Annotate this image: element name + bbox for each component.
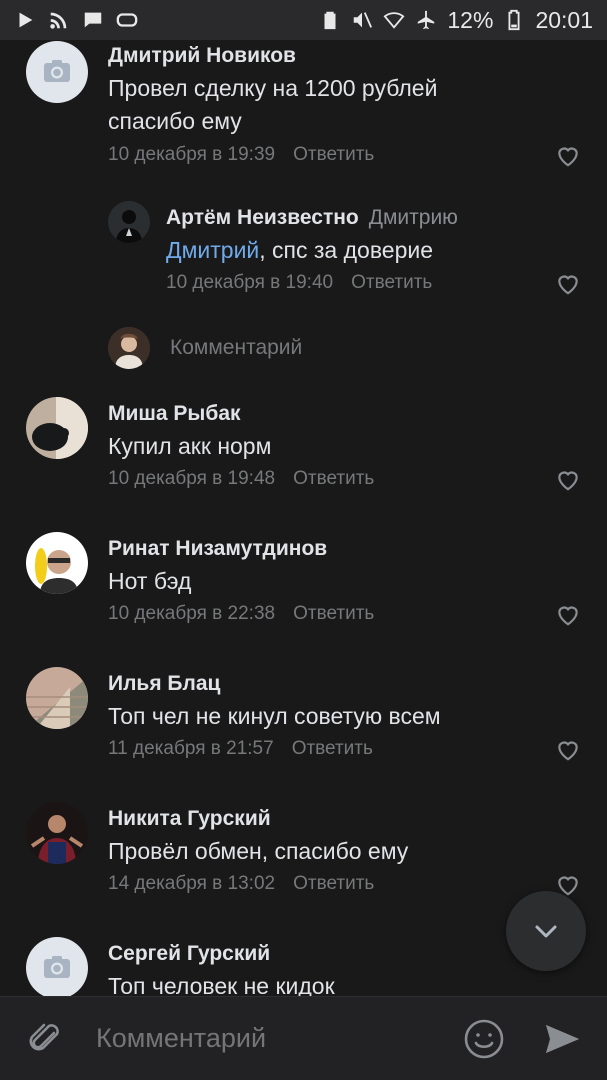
reply-button[interactable]: Ответить — [293, 144, 374, 165]
smile-icon — [464, 1019, 504, 1058]
comment-text: Дмитрий, спс за доверие — [166, 237, 434, 263]
like-icon[interactable] — [555, 143, 581, 169]
comment-author[interactable]: Никита Гурский — [108, 807, 271, 831]
play-icon — [14, 9, 36, 31]
comment-date: 10 декабря в 19:39 — [108, 144, 276, 165]
send-button[interactable] — [543, 1020, 581, 1058]
send-icon — [546, 1024, 579, 1053]
like-icon[interactable] — [555, 271, 581, 297]
comment-meta: 14 декабря в 13:02 Ответить — [108, 873, 374, 895]
comment-date: 14 декабря в 13:02 — [108, 873, 276, 894]
comment-author[interactable]: Сергей Гурский — [108, 942, 270, 966]
comment-author[interactable]: Ринат Низамутдинов — [108, 537, 327, 561]
comment-author[interactable]: Илья Блац — [108, 672, 220, 696]
mute-icon — [351, 9, 373, 31]
comment-text: Провел сделку на 1200 рублей спасибо ему — [108, 75, 438, 134]
scroll-down-button[interactable] — [506, 891, 586, 971]
avatar[interactable] — [26, 667, 88, 729]
comment-text: Топ человек не кидок — [108, 973, 335, 996]
comment-meta: 10 декабря в 19:39 Ответить — [108, 144, 374, 166]
paperclip-icon — [29, 1023, 59, 1050]
comment-date: 10 декабря в 22:38 — [108, 603, 276, 624]
comment-author[interactable]: Дмитрий Новиков — [108, 44, 296, 68]
battery-saver-icon — [319, 9, 341, 31]
clock: 20:01 — [535, 6, 593, 33]
rss-icon — [48, 9, 70, 31]
comment-composer — [0, 996, 607, 1080]
add-reply-input[interactable]: Комментарий — [170, 336, 302, 360]
avatar[interactable] — [26, 41, 88, 103]
comment-text: Топ чел не кинул советую всем — [108, 703, 441, 729]
comment-meta: 10 декабря в 19:48 Ответить — [108, 468, 374, 490]
comment-text: Нот бэд — [108, 568, 192, 594]
like-icon[interactable] — [555, 602, 581, 628]
attach-button[interactable] — [26, 1019, 66, 1059]
reply-button[interactable]: Ответить — [293, 468, 374, 489]
comment-text: Провёл обмен, спасибо ему — [108, 838, 409, 864]
current-user-avatar — [108, 327, 150, 369]
comment-date: 10 декабря в 19:48 — [108, 468, 276, 489]
emoji-button[interactable] — [463, 1018, 505, 1060]
comment-meta: 10 декабря в 19:40 Ответить — [166, 272, 432, 294]
reply-button[interactable]: Ответить — [293, 873, 374, 894]
camera-icon — [44, 60, 70, 82]
avatar[interactable] — [26, 532, 88, 594]
avatar[interactable] — [108, 201, 150, 243]
add-reply-row[interactable]: Комментарий — [108, 326, 302, 370]
comment-date: 11 декабря в 21:57 — [108, 738, 274, 759]
reply-button[interactable]: Ответить — [351, 272, 432, 293]
battery-icon — [503, 9, 525, 31]
comment-author[interactable]: Миша Рыбак — [108, 402, 241, 426]
comment-meta: 10 декабря в 22:38 Ответить — [108, 603, 374, 625]
comment-meta: 11 декабря в 21:57 Ответить — [108, 738, 373, 760]
mention-link[interactable]: Дмитрий — [166, 237, 259, 263]
avatar[interactable] — [26, 802, 88, 864]
comment-input[interactable] — [96, 1023, 463, 1054]
wifi-icon — [383, 9, 405, 31]
chevron-down-icon — [535, 925, 557, 938]
reply-to[interactable]: Дмитрию — [369, 206, 458, 229]
chat-icon — [82, 9, 104, 31]
comment-text: Купил акк норм — [108, 433, 272, 459]
camera-icon — [44, 956, 70, 978]
avatar[interactable] — [26, 397, 88, 459]
like-icon[interactable] — [555, 737, 581, 763]
comment-author[interactable]: Артём Неизвестно Дмитрию — [166, 206, 458, 230]
vr-icon — [116, 9, 138, 31]
battery-percent: 12% — [447, 6, 494, 33]
comment-feed[interactable]: Дмитрий Новиков Провел сделку на 1200 ру… — [0, 40, 607, 996]
comment-date: 10 декабря в 19:40 — [166, 272, 334, 293]
like-icon[interactable] — [555, 467, 581, 493]
avatar[interactable] — [26, 937, 88, 996]
reply-button[interactable]: Ответить — [293, 603, 374, 624]
airplane-icon — [415, 9, 437, 31]
status-bar: 12% 20:01 — [0, 0, 607, 40]
reply-button[interactable]: Ответить — [292, 738, 373, 759]
